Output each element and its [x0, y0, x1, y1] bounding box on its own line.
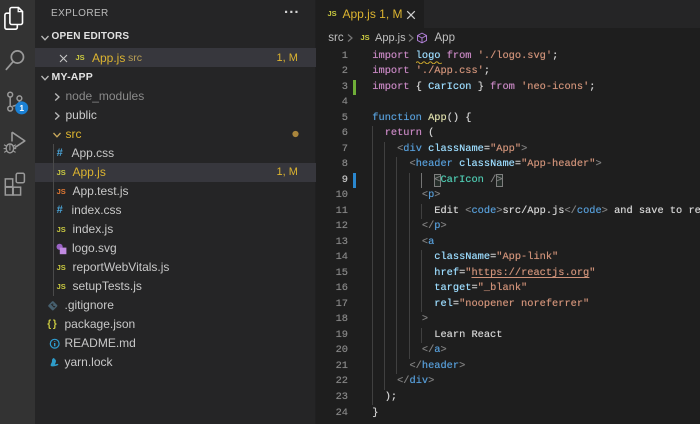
svg-text:1: 1 — [19, 103, 24, 113]
